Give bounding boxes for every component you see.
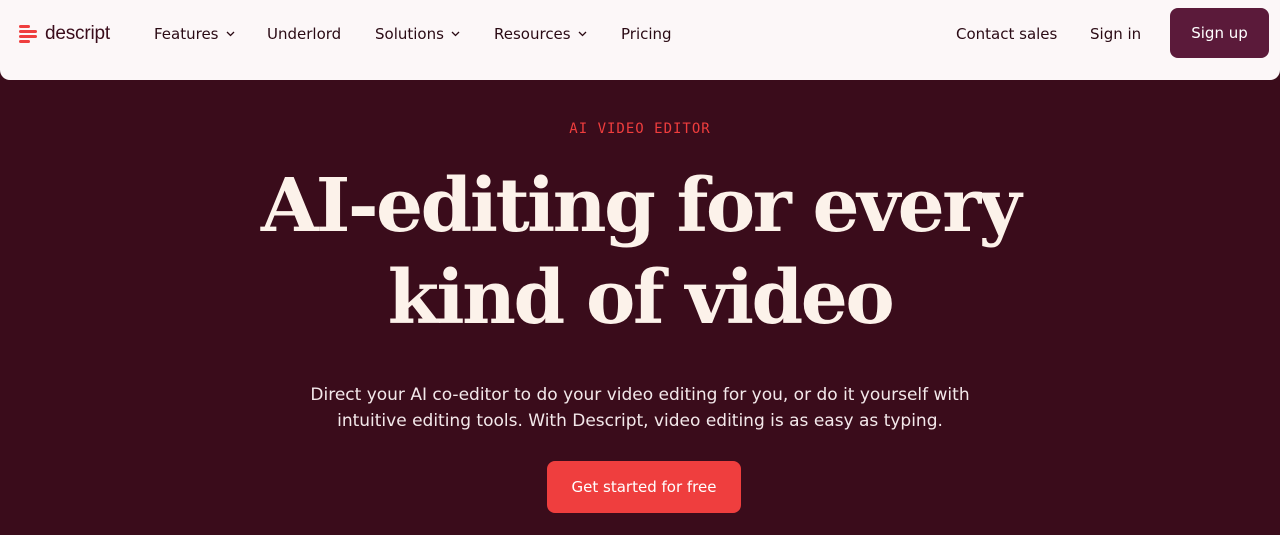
chevron-down-icon <box>226 31 234 37</box>
nav-item-resources[interactable]: Resources <box>494 22 587 46</box>
hero-headline-line: kind of video <box>387 255 895 341</box>
get-started-button[interactable]: Get started for free <box>547 461 741 513</box>
hero-headline: AI-editing for every kind of video <box>0 160 1280 344</box>
nav-item-features[interactable]: Features <box>154 22 235 46</box>
hero-subtitle-line: Direct your AI co-editor to do your vide… <box>310 385 970 405</box>
nav-item-label: Features <box>154 25 219 43</box>
hero-subtitle-line: intuitive editing tools. With Descript, … <box>337 411 943 431</box>
nav-item-label: Underlord <box>267 25 342 43</box>
hero-section: AI VIDEO EDITOR AI-editing for every kin… <box>0 80 1280 535</box>
hero-subtitle: Direct your AI co-editor to do your vide… <box>300 382 980 434</box>
nav-item-label: Resources <box>494 25 571 43</box>
nav-item-underlord[interactable]: Underlord <box>267 22 341 46</box>
hero-eyebrow: AI VIDEO EDITOR <box>569 121 711 137</box>
sign-in-link[interactable]: Sign in <box>1090 22 1141 46</box>
descript-logo[interactable]: descript <box>18 22 110 46</box>
chevron-down-icon <box>451 31 460 37</box>
nav-item-solutions[interactable]: Solutions <box>375 22 460 46</box>
contact-sales-link[interactable]: Contact sales <box>956 22 1057 46</box>
brand-name: descript <box>45 23 110 44</box>
chevron-down-icon <box>578 31 587 37</box>
hero-headline-line: AI-editing for every <box>260 163 1022 249</box>
nav-item-pricing[interactable]: Pricing <box>621 22 672 46</box>
top-navigation-bar: descript Features Underlord Solutions Re… <box>0 0 1280 80</box>
descript-logo-icon <box>19 25 37 43</box>
sign-up-button[interactable]: Sign up <box>1170 8 1269 58</box>
nav-item-label: Pricing <box>621 25 672 43</box>
nav-item-label: Solutions <box>375 25 444 43</box>
